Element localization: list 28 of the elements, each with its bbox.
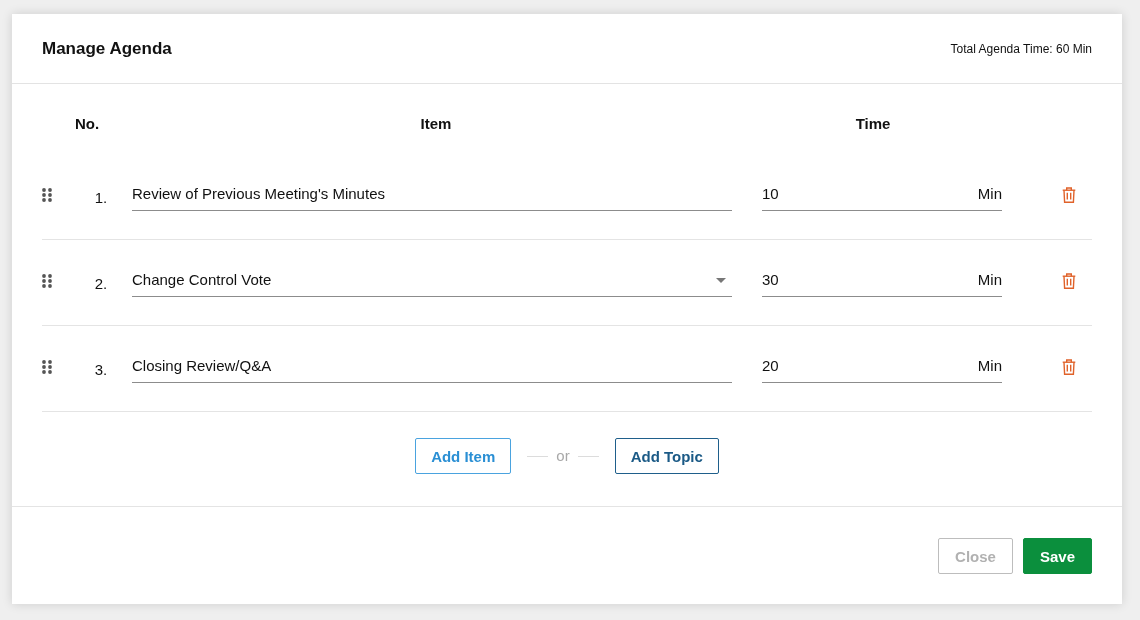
unit-label: Min: [977, 356, 1002, 376]
add-button[interactable]: Add Item: [415, 438, 512, 474]
time-field[interactable]: 30 Min: [762, 268, 1002, 297]
dialog-title: Manage Agenda: [42, 38, 172, 59]
item-select[interactable]: Change Control Vote: [132, 268, 732, 297]
row-number: 3.: [93, 360, 108, 380]
separator-label: or: [556, 446, 570, 466]
item-field[interactable]: Review of Previous Meeting's Minutes: [132, 182, 732, 211]
row-number: 1.: [93, 188, 108, 208]
unit-label: Min: [977, 184, 1002, 204]
drag-handle-icon[interactable]: [42, 274, 52, 288]
trash-icon[interactable]: [1062, 273, 1076, 289]
column-header: Item: [420, 114, 452, 134]
item-field[interactable]: Closing Review/Q&A: [132, 354, 732, 383]
save-button[interactable]: Save: [1022, 538, 1092, 574]
column-header: No.: [74, 114, 100, 134]
trash-icon[interactable]: [1062, 187, 1076, 203]
row-number: 2.: [93, 274, 108, 294]
drag-handle-icon[interactable]: [42, 188, 52, 202]
trash-icon[interactable]: [1062, 359, 1076, 375]
add-button[interactable]: Add Topic: [614, 438, 719, 474]
caret-icon: [716, 278, 726, 283]
time-field[interactable]: 10 Min: [762, 182, 1002, 211]
time-field[interactable]: 20 Min: [762, 354, 1002, 383]
total-time-label: Total Agenda Time: 60 Min: [950, 41, 1092, 56]
column-header: Time: [855, 114, 891, 134]
drag-handle-icon[interactable]: [42, 360, 52, 374]
unit-label: Min: [977, 270, 1002, 290]
